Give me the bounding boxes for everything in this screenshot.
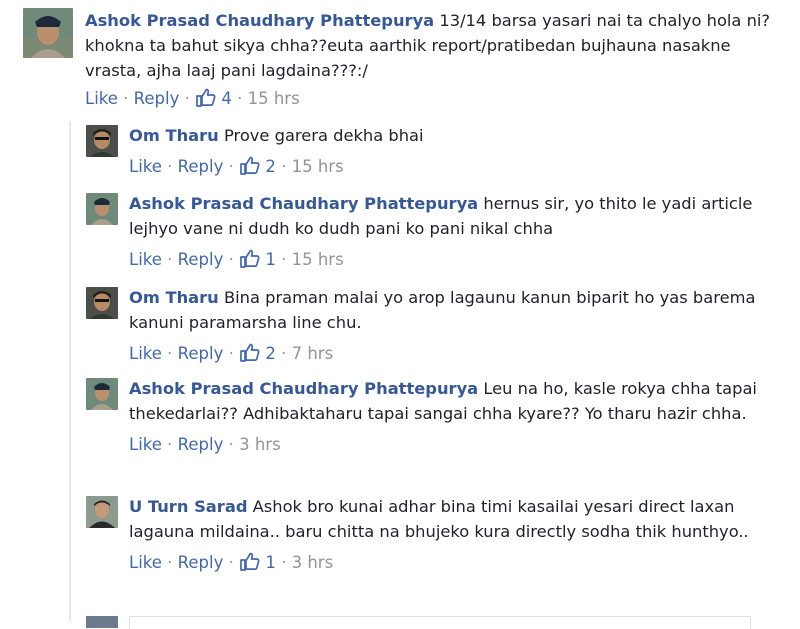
like-count[interactable]: 2 [239,156,281,176]
timestamp[interactable]: 7 hrs [292,344,334,363]
reply-author[interactable]: U Turn Sarad [129,497,247,516]
separator: · [167,553,173,572]
reply-author[interactable]: Ashok Prasad Chaudhary Phattepurya [129,379,478,398]
reply-input[interactable] [129,616,751,629]
reply-link[interactable]: Reply [178,250,224,269]
reply-body: U Turn Sarad Ashok bro kunai adhar bina … [129,494,769,575]
separator: · [184,89,190,108]
thumbs-up-icon [240,343,260,362]
reply-message: Bina praman malai yo arop lagaunu kanun … [129,288,756,332]
reply-author[interactable]: Om Tharu [129,126,219,145]
like-count-value: 1 [265,250,276,269]
separator: · [167,157,173,176]
reply-actions: Like · Reply · 1 · 3 hrs [129,550,769,575]
avatar[interactable] [86,125,118,157]
reply-text: Ashok Prasad Chaudhary Phattepurya hernu… [129,191,769,241]
avatar[interactable] [86,287,118,319]
reply-text: U Turn Sarad Ashok bro kunai adhar bina … [129,494,769,544]
like-count-value: 2 [265,157,276,176]
reply-link[interactable]: Reply [178,553,224,572]
comment-actions: Like · Reply · 4 · 15 hrs [85,86,790,111]
separator: · [281,250,287,269]
reply-body: Om Tharu Prove garera dekha bhai Like · … [129,123,769,179]
separator: · [228,157,234,176]
separator: · [228,344,234,363]
separator: · [281,553,287,572]
separator: · [167,435,173,454]
reply-message: Prove garera dekha bhai [223,126,424,145]
reply-actions: Like · Reply · 2 · 15 hrs [129,154,769,179]
like-count[interactable]: 4 [195,88,237,108]
thumbs-up-icon [240,552,260,571]
separator: · [228,553,234,572]
separator: · [281,157,287,176]
timestamp[interactable]: 15 hrs [292,157,344,176]
like-link[interactable]: Like [85,89,118,108]
reply-actions: Like · Reply · 1 · 15 hrs [129,247,769,272]
avatar[interactable] [23,8,73,58]
thread-line [69,121,71,621]
reply-link[interactable]: Reply [178,344,224,363]
timestamp[interactable]: 15 hrs [248,89,300,108]
avatar-om-icon [86,287,118,319]
like-count[interactable]: 2 [239,343,281,363]
reply-author[interactable]: Ashok Prasad Chaudhary Phattepurya [129,194,478,213]
comment-author[interactable]: Ashok Prasad Chaudhary Phattepurya [85,11,434,30]
avatar-uturn-icon [86,496,118,528]
separator: · [228,250,234,269]
avatar[interactable] [86,193,118,225]
comment-text: Ashok Prasad Chaudhary Phattepurya 13/14… [85,8,790,83]
separator: · [281,344,287,363]
thumbs-up-icon [240,249,260,268]
separator: · [123,89,129,108]
reply-composer [86,614,766,629]
reply-text: Om Tharu Prove garera dekha bhai [129,123,769,148]
avatar-ashok-icon [23,8,73,58]
like-count[interactable]: 1 [239,249,281,269]
timestamp[interactable]: 15 hrs [292,250,344,269]
separator: · [237,89,243,108]
like-link[interactable]: Like [129,553,162,572]
like-count-value: 2 [265,344,276,363]
separator: · [228,435,234,454]
like-link[interactable]: Like [129,250,162,269]
avatar-ashok-icon [86,193,118,225]
avatar[interactable] [86,496,118,528]
composer-avatar [86,616,118,628]
like-link[interactable]: Like [129,157,162,176]
reply-link[interactable]: Reply [134,89,180,108]
avatar-ashok-icon [86,378,118,410]
timestamp[interactable]: 3 hrs [292,553,334,572]
reply-link[interactable]: Reply [178,435,224,454]
like-count[interactable]: 1 [239,552,281,572]
reply-body: Ashok Prasad Chaudhary Phattepurya Leu n… [129,376,769,457]
reply-actions: Like · Reply · 3 hrs [129,432,769,457]
reply-link[interactable]: Reply [178,157,224,176]
reply-text: Om Tharu Bina praman malai yo arop lagau… [129,285,769,335]
reply-body: Ashok Prasad Chaudhary Phattepurya hernu… [129,191,769,272]
like-link[interactable]: Like [129,344,162,363]
comment-body: Ashok Prasad Chaudhary Phattepurya 13/14… [85,8,790,111]
separator: · [167,344,173,363]
reply-text: Ashok Prasad Chaudhary Phattepurya Leu n… [129,376,769,426]
reply-actions: Like · Reply · 2 · 7 hrs [129,341,769,366]
reply-body: Om Tharu Bina praman malai yo arop lagau… [129,285,769,366]
reply-author[interactable]: Om Tharu [129,288,219,307]
thumbs-up-icon [240,156,260,175]
timestamp[interactable]: 3 hrs [239,435,281,454]
separator: · [167,250,173,269]
like-count-value: 4 [221,89,232,108]
avatar[interactable] [86,378,118,410]
like-count-value: 1 [265,553,276,572]
like-link[interactable]: Like [129,435,162,454]
avatar-om-icon [86,125,118,157]
thumbs-up-icon [196,88,216,107]
